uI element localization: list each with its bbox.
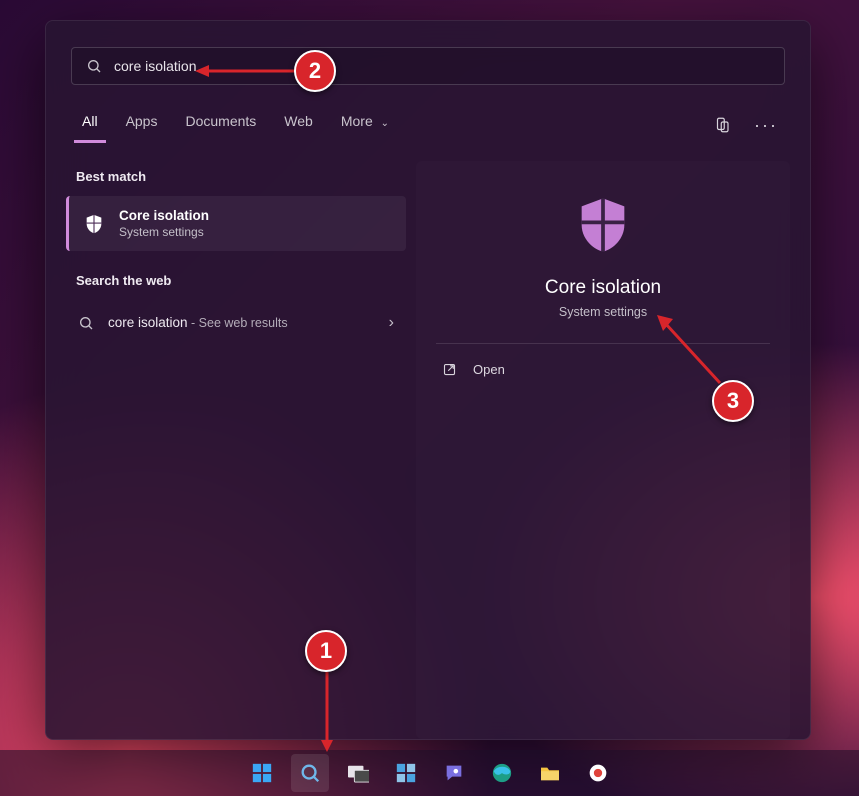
tab-web[interactable]: Web: [276, 107, 321, 143]
annotation-badge-2: 2: [294, 50, 336, 92]
detail-pane: Core isolation System settings Open: [416, 161, 790, 739]
result-subtitle: System settings: [119, 225, 209, 239]
open-icon: [442, 362, 457, 377]
tab-more-label: More: [341, 113, 373, 129]
result-title: Core isolation: [119, 208, 209, 223]
detail-title: Core isolation: [545, 277, 661, 299]
annotation-badge-3: 3: [712, 380, 754, 422]
app-icon[interactable]: [579, 754, 617, 792]
start-button[interactable]: [243, 754, 281, 792]
link-phone-icon[interactable]: [706, 109, 738, 141]
section-search-web: Search the web: [66, 265, 406, 300]
tab-all[interactable]: All: [74, 107, 106, 143]
search-icon: [78, 315, 94, 331]
tab-documents[interactable]: Documents: [177, 107, 264, 143]
search-bar[interactable]: [71, 47, 785, 85]
chevron-down-icon: ⌄: [381, 118, 389, 129]
best-match-result[interactable]: Core isolation System settings: [66, 196, 406, 251]
chat-button[interactable]: [435, 754, 473, 792]
shield-icon: [571, 193, 635, 257]
annotation-arrow-1: [319, 672, 335, 752]
detail-subtitle: System settings: [559, 305, 647, 319]
web-result-title: core isolation: [108, 315, 188, 330]
search-button[interactable]: [291, 754, 329, 792]
annotation-arrow-2: [195, 63, 295, 79]
web-result[interactable]: core isolation - See web results ›: [66, 300, 406, 346]
tab-apps[interactable]: Apps: [118, 107, 166, 143]
filter-tabs: All Apps Documents Web More ⌄ ···: [46, 95, 810, 143]
tab-more[interactable]: More ⌄: [333, 107, 397, 143]
section-best-match: Best match: [66, 161, 406, 196]
taskbar: [0, 750, 859, 796]
more-options-icon[interactable]: ···: [750, 109, 782, 141]
explorer-button[interactable]: [531, 754, 569, 792]
open-label: Open: [473, 362, 505, 377]
task-view-button[interactable]: [339, 754, 377, 792]
search-icon: [86, 58, 102, 74]
chevron-right-icon: ›: [389, 314, 394, 332]
results-column: Best match Core isolation System setting…: [66, 161, 406, 739]
widgets-button[interactable]: [387, 754, 425, 792]
web-result-subtitle: - See web results: [188, 316, 288, 330]
edge-button[interactable]: [483, 754, 521, 792]
annotation-badge-1: 1: [305, 630, 347, 672]
shield-icon: [83, 213, 105, 235]
annotation-arrow-3: [655, 313, 725, 391]
